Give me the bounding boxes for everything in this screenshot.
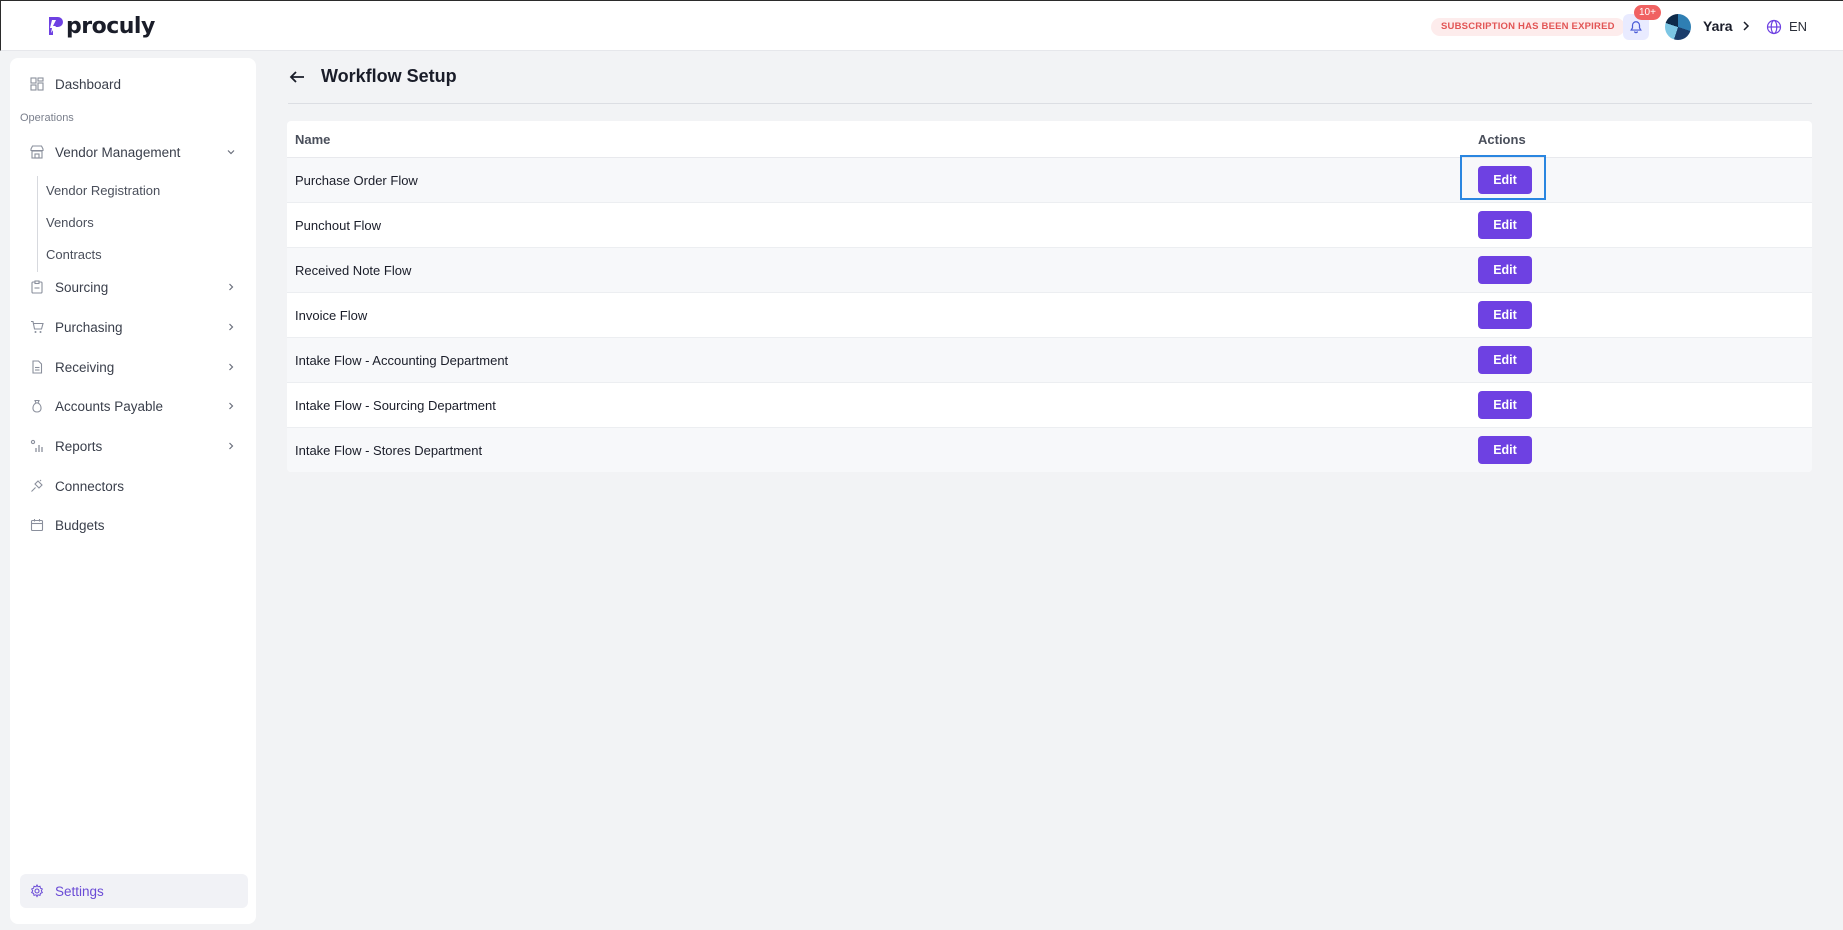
sidebar-item-label: Connectors — [55, 478, 125, 494]
table-row: Invoice Flow Edit — [287, 293, 1812, 338]
document-icon — [32, 360, 43, 374]
chevron-right-icon — [229, 323, 234, 331]
clipboard-icon — [31, 280, 43, 294]
row-name: Purchase Order Flow — [295, 173, 418, 188]
money-bag-icon — [32, 399, 42, 413]
notification-count-badge: 10+ — [1634, 5, 1661, 20]
row-name: Intake Flow - Stores Department — [295, 443, 483, 458]
user-name[interactable]: Yara — [1703, 18, 1733, 34]
edit-button[interactable]: Edit — [1478, 211, 1532, 239]
sidebar-item-vendor-management[interactable]: Vendor Management — [10, 137, 256, 167]
top-bar: proculy SUBSCRIPTION HAS BEEN EXPIRED 10… — [0, 0, 1843, 51]
plug-icon — [31, 479, 43, 492]
edit-button[interactable]: Edit — [1478, 346, 1532, 374]
table-row: Purchase Order Flow Edit — [287, 155, 1812, 203]
sidebar-item-label: Reports — [55, 438, 103, 454]
sidebar-item-receiving[interactable]: Receiving — [10, 352, 256, 382]
sidebar-item-budgets[interactable]: Budgets — [10, 510, 256, 540]
submenu-line — [37, 176, 38, 272]
column-header-name: Name — [295, 132, 331, 147]
sidebar-item-label: Receiving — [55, 359, 115, 375]
table-header: Name Actions — [287, 121, 1812, 158]
sidebar-item-label: Sourcing — [55, 279, 109, 295]
logo-mark-icon — [49, 17, 63, 35]
store-icon — [30, 145, 44, 159]
page-title: Workflow Setup — [321, 66, 457, 86]
sidebar-subitem-contracts[interactable]: Contracts — [46, 247, 102, 262]
chevron-right-icon — [229, 442, 234, 450]
language-selector[interactable]: EN — [1789, 19, 1807, 34]
table-row: Received Note Flow Edit — [287, 248, 1812, 293]
row-name: Intake Flow - Sourcing Department — [295, 398, 496, 413]
dashboard-icon — [30, 77, 44, 91]
chevron-right-icon[interactable] — [1740, 19, 1752, 33]
sidebar-item-label: Budgets — [55, 517, 105, 533]
edit-button[interactable]: Edit — [1478, 436, 1532, 464]
row-name: Received Note Flow — [295, 263, 412, 278]
section-label-operations: Operations — [20, 112, 74, 124]
sidebar-item-sourcing[interactable]: Sourcing — [10, 272, 256, 302]
sidebar-item-label: Dashboard — [55, 76, 122, 92]
edit-button[interactable]: Edit — [1478, 256, 1532, 284]
row-name: Invoice Flow — [295, 308, 368, 323]
table-row: Intake Flow - Sourcing Department Edit — [287, 383, 1812, 428]
row-name: Punchout Flow — [295, 218, 381, 233]
reports-icon — [30, 439, 43, 452]
sidebar-item-connectors[interactable]: Connectors — [10, 471, 256, 501]
bell-icon — [1630, 21, 1642, 34]
sidebar-item-label: Accounts Payable — [55, 398, 164, 414]
subscription-expired-badge: SUBSCRIPTION HAS BEEN EXPIRED — [1431, 18, 1625, 36]
chevron-down-icon — [227, 150, 235, 155]
calendar-icon — [30, 519, 44, 532]
sidebar-item-accounts-payable[interactable]: Accounts Payable — [10, 391, 256, 421]
workflow-table: Name Actions Purchase Order Flow Edit Pu… — [287, 121, 1812, 472]
sidebar-item-dashboard[interactable]: Dashboard — [10, 69, 256, 99]
chevron-right-icon — [229, 283, 234, 291]
back-arrow-icon[interactable] — [288, 68, 306, 86]
gear-icon — [30, 884, 44, 898]
table-row: Punchout Flow Edit — [287, 203, 1812, 248]
page-header: Workflow Setup — [288, 64, 1812, 104]
sidebar-item-purchasing[interactable]: Purchasing — [10, 312, 256, 342]
chevron-right-icon — [229, 402, 234, 410]
column-header-actions: Actions — [1478, 132, 1526, 147]
edit-button[interactable]: Edit — [1478, 301, 1532, 329]
sidebar-subitem-vendor-registration[interactable]: Vendor Registration — [46, 183, 160, 198]
logo-text: proculy — [66, 13, 155, 39]
cart-icon — [31, 320, 44, 333]
sidebar-item-label: Settings — [55, 884, 104, 899]
chevron-right-icon — [229, 363, 234, 371]
sidebar-subitem-vendors[interactable]: Vendors — [46, 215, 94, 230]
sidebar: Dashboard Operations Vendor Management V… — [10, 58, 256, 924]
row-name: Intake Flow - Accounting Department — [295, 353, 509, 368]
globe-icon[interactable] — [1766, 19, 1782, 35]
sidebar-item-settings[interactable]: Settings — [20, 874, 248, 908]
table-row: Intake Flow - Stores Department Edit — [287, 428, 1812, 472]
edit-button[interactable]: Edit — [1478, 391, 1532, 419]
sidebar-item-reports[interactable]: Reports — [10, 431, 256, 461]
sidebar-item-label: Vendor Management — [55, 144, 181, 160]
edit-button[interactable]: Edit — [1478, 166, 1532, 194]
logo[interactable]: proculy — [46, 13, 155, 39]
table-row: Intake Flow - Accounting Department Edit — [287, 338, 1812, 383]
sidebar-item-label: Purchasing — [55, 319, 123, 335]
avatar[interactable] — [1665, 14, 1691, 40]
